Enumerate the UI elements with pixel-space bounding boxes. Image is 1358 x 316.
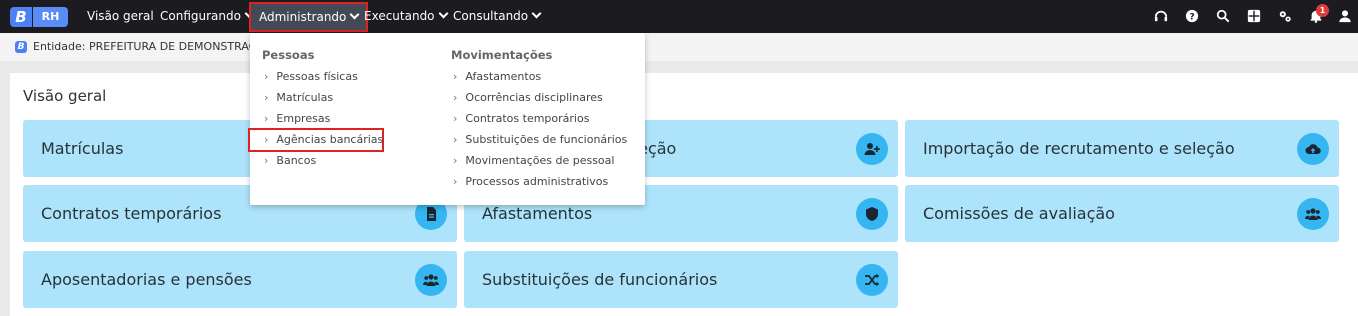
menu-item-label: Matrículas bbox=[276, 91, 334, 104]
person-add-icon bbox=[856, 133, 888, 165]
chevron-right-icon: › bbox=[453, 91, 458, 104]
menu-item-processos-administrativos[interactable]: › Processos administrativos bbox=[453, 171, 608, 192]
group-icon bbox=[1297, 198, 1329, 230]
chevron-right-icon: › bbox=[453, 70, 458, 83]
page-title: Visão geral bbox=[23, 87, 107, 105]
logo-mark: B bbox=[10, 7, 32, 27]
menu-item-pessoas-fisicas[interactable]: › Pessoas físicas bbox=[264, 66, 358, 87]
chevron-down-icon bbox=[349, 9, 360, 20]
nav-configurando[interactable]: Configurando bbox=[160, 0, 255, 33]
nav-label: Configurando bbox=[160, 9, 241, 23]
cloud-upload-icon bbox=[1297, 133, 1329, 165]
nav-consultando[interactable]: Consultando bbox=[453, 0, 542, 33]
entity-logo-icon: B bbox=[15, 41, 27, 53]
top-navbar: B RH Visão geral Configurando Administra… bbox=[0, 0, 1358, 33]
card-label: Comissões de avaliação bbox=[923, 204, 1115, 223]
menu-item-label: Substituições de funcionários bbox=[465, 133, 628, 146]
menu-item-label: Processos administrativos bbox=[465, 175, 609, 188]
menu-item-label: Empresas bbox=[276, 112, 331, 125]
user-icon[interactable] bbox=[1338, 9, 1352, 23]
menu-item-label: Agências bancárias bbox=[276, 133, 384, 146]
nav-label: Administrando bbox=[259, 10, 347, 24]
chevron-right-icon: › bbox=[453, 133, 458, 146]
menu-item-ocorrencias-disciplinares[interactable]: › Ocorrências disciplinares bbox=[453, 87, 603, 108]
card-label: Importação de recrutamento e seleção bbox=[923, 139, 1235, 158]
menu-item-label: Pessoas físicas bbox=[276, 70, 358, 83]
menu-item-matriculas[interactable]: › Matrículas bbox=[264, 87, 333, 108]
chevron-right-icon: › bbox=[264, 91, 269, 104]
menu-item-label: Contratos temporários bbox=[465, 112, 590, 125]
svg-text:?: ? bbox=[1189, 13, 1194, 23]
dropdown-column-pessoas: Pessoas bbox=[262, 48, 314, 64]
chevron-right-icon: › bbox=[264, 112, 269, 125]
card-label: Aposentadorias e pensões bbox=[41, 270, 252, 289]
nav-label: Visão geral bbox=[87, 9, 154, 23]
apps-grid-icon[interactable] bbox=[1247, 9, 1261, 23]
chevron-down-icon bbox=[438, 8, 448, 19]
menu-item-empresas[interactable]: › Empresas bbox=[264, 108, 330, 129]
chevron-right-icon: › bbox=[453, 112, 458, 125]
settings-icon[interactable] bbox=[1278, 9, 1292, 23]
entity-label[interactable]: Entidade: PREFEITURA DE DEMONSTRAÇÃO bbox=[33, 40, 272, 53]
headset-icon[interactable] bbox=[1154, 9, 1168, 23]
group-icon bbox=[415, 264, 447, 296]
search-icon[interactable] bbox=[1216, 9, 1230, 23]
menu-item-label: Bancos bbox=[276, 154, 317, 167]
card-importacao-recrutamento[interactable]: Importação de recrutamento e seleção bbox=[905, 120, 1339, 177]
card-label: Contratos temporários bbox=[41, 204, 222, 223]
chevron-right-icon: › bbox=[264, 133, 269, 146]
chevron-right-icon: › bbox=[453, 175, 458, 188]
menu-item-agencias-bancarias[interactable]: › Agências bancárias bbox=[248, 128, 384, 152]
card-substituicoes-funcionarios[interactable]: Substituições de funcionários bbox=[464, 251, 898, 308]
notification-badge: 1 bbox=[1316, 4, 1329, 17]
shield-icon bbox=[856, 198, 888, 230]
menu-item-substituicoes-funcionarios[interactable]: › Substituições de funcionários bbox=[453, 129, 627, 150]
nav-administrando[interactable]: Administrando bbox=[249, 2, 369, 32]
app-logo[interactable]: B RH bbox=[10, 7, 68, 27]
administrando-dropdown: Pessoas › Pessoas físicas › Matrículas › Em… bbox=[248, 33, 645, 205]
dropdown-column-movimentacoes: Movimentações bbox=[451, 48, 552, 64]
card-label: Matrículas bbox=[41, 139, 124, 158]
menu-item-label: Movimentações de pessoal bbox=[465, 154, 615, 167]
nav-visao-geral[interactable]: Visão geral bbox=[87, 0, 154, 33]
menu-item-contratos-temporarios[interactable]: › Contratos temporários bbox=[453, 108, 589, 129]
column-title: Pessoas bbox=[262, 48, 315, 62]
nav-label: Consultando bbox=[453, 9, 529, 23]
nav-executando[interactable]: Executando bbox=[364, 0, 448, 33]
help-icon[interactable]: ? bbox=[1185, 9, 1199, 23]
chevron-down-icon bbox=[531, 8, 542, 19]
menu-item-bancos[interactable]: › Bancos bbox=[264, 150, 316, 171]
overview-panel: Visão geral Matrículas Recrutamento e se… bbox=[10, 73, 1358, 316]
card-comissoes-avaliacao[interactable]: Comissões de avaliação bbox=[905, 185, 1339, 242]
card-label: Substituições de funcionários bbox=[482, 270, 718, 289]
menu-item-label: Afastamentos bbox=[465, 70, 542, 83]
column-title: Movimentações bbox=[451, 48, 553, 62]
nav-label: Executando bbox=[364, 9, 435, 23]
chevron-right-icon: › bbox=[264, 154, 269, 167]
menu-item-afastamentos[interactable]: › Afastamentos bbox=[453, 66, 541, 87]
chevron-right-icon: › bbox=[453, 154, 458, 167]
card-aposentadorias-pensoes[interactable]: Aposentadorias e pensões bbox=[23, 251, 457, 308]
entity-bar: B Entidade: PREFEITURA DE DEMONSTRAÇÃO bbox=[0, 33, 1358, 61]
menu-item-label: Ocorrências disciplinares bbox=[465, 91, 603, 104]
logo-text: RH bbox=[33, 7, 68, 27]
menu-item-movimentacoes-pessoal[interactable]: › Movimentações de pessoal bbox=[453, 150, 614, 171]
shuffle-icon bbox=[856, 264, 888, 296]
chevron-right-icon: › bbox=[264, 70, 269, 83]
